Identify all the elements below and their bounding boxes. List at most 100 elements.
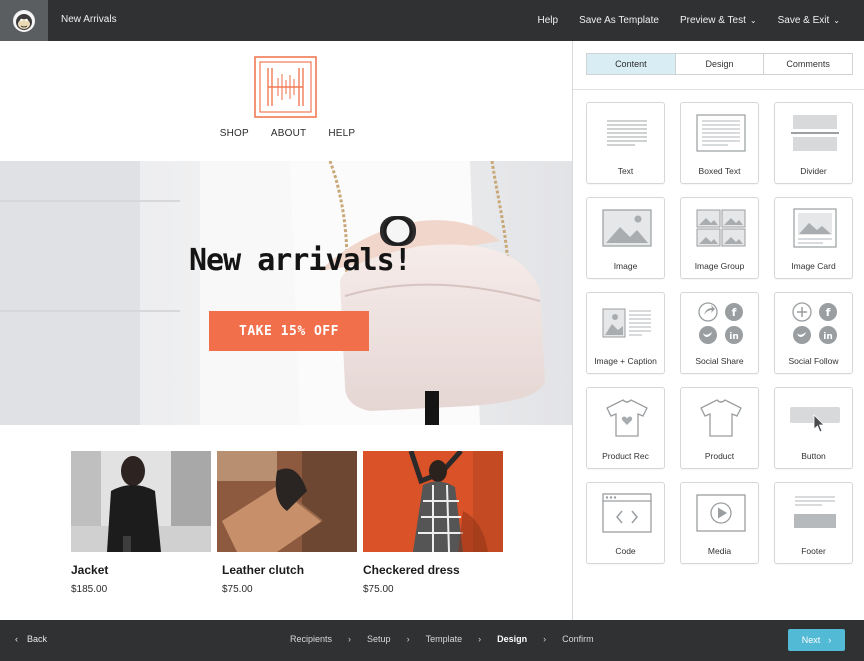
block-social-share[interactable]: f in Social Share [680, 292, 759, 374]
save-as-template-button[interactable]: Save As Template [579, 15, 659, 26]
block-label: Image + Caption [594, 356, 657, 366]
block-label: Media [707, 546, 732, 556]
block-label: Social Follow [788, 356, 839, 366]
product-grid: Jacket $185.00 Leather clutch $75.00 Che… [71, 451, 503, 595]
boxed-text-icon [695, 114, 746, 152]
block-label: Image Group [694, 261, 745, 271]
top-bar: New Arrivals Help Save As Template Previ… [0, 0, 864, 41]
app-logo[interactable] [0, 0, 48, 41]
product-rec-icon [605, 399, 648, 437]
help-link[interactable]: Help [537, 15, 558, 26]
image-group-icon [696, 209, 745, 247]
block-code[interactable]: Code [586, 482, 665, 564]
block-social-follow[interactable]: f in Social Follow [774, 292, 853, 374]
step-recipients[interactable]: Recipients [290, 634, 332, 644]
block-footer[interactable]: Footer [774, 482, 853, 564]
divider-icon [790, 115, 839, 151]
product-name: Jacket [71, 563, 109, 577]
block-product[interactable]: Product [680, 387, 759, 469]
next-button[interactable]: Next › [788, 629, 845, 651]
save-exit-menu[interactable]: Save & Exit ⌄ [778, 15, 840, 26]
social-follow-icon: f in [791, 302, 837, 344]
content-panel: Content Design Comments Text Boxed Text … [572, 41, 864, 620]
chimp-logo-icon [13, 9, 35, 32]
block-label: Divider [800, 166, 827, 176]
product-price: $185.00 [71, 584, 108, 595]
chevron-down-icon: ⌄ [749, 16, 757, 25]
code-icon [601, 493, 652, 533]
block-label: Image [613, 261, 638, 271]
image-caption-icon [602, 308, 651, 338]
block-label: Social Share [695, 356, 744, 366]
tab-comments[interactable]: Comments [764, 54, 853, 74]
content-blocks: Text Boxed Text Divider Image Image Grou… [586, 102, 853, 564]
product-card[interactable]: Leather clutch $75.00 [217, 451, 357, 595]
save-exit-label: Save & Exit [777, 15, 830, 26]
product-icon [699, 399, 742, 437]
workflow-steps: Recipients › Setup › Template › Design ›… [290, 634, 594, 644]
block-label: Image Card [791, 261, 836, 271]
block-label: Boxed Text [698, 166, 741, 176]
block-label: Product Rec [602, 451, 649, 461]
product-card[interactable]: Jacket $185.00 [71, 451, 211, 595]
product-price: $75.00 [363, 584, 394, 595]
product-image-checkered-dress [363, 451, 503, 552]
block-text[interactable]: Text [586, 102, 665, 184]
panel-divider [573, 89, 864, 90]
back-button[interactable]: ‹ Back [15, 634, 47, 644]
chevron-right-icon: › [543, 634, 547, 644]
next-label: Next [801, 635, 821, 645]
product-image-jacket [71, 451, 211, 552]
brand-logo[interactable] [254, 56, 317, 118]
step-confirm[interactable]: Confirm [562, 634, 594, 644]
button-icon [789, 407, 840, 433]
preview-test-menu[interactable]: Preview & Test ⌄ [680, 15, 757, 26]
chevron-right-icon: › [406, 634, 410, 644]
step-design[interactable]: Design [497, 634, 527, 644]
block-image-card[interactable]: Image Card [774, 197, 853, 279]
block-divider[interactable]: Divider [774, 102, 853, 184]
top-nav: Help Save As Template Preview & Test ⌄ S… [537, 0, 864, 41]
chevron-left-icon: ‹ [15, 634, 18, 644]
media-icon [695, 494, 746, 532]
step-setup[interactable]: Setup [367, 634, 391, 644]
chevron-right-icon: › [348, 634, 352, 644]
block-image-group[interactable]: Image Group [680, 197, 759, 279]
help-label: Help [537, 15, 559, 26]
tab-design[interactable]: Design [675, 54, 765, 74]
email-nav-help[interactable]: HELP [328, 128, 355, 139]
step-template[interactable]: Template [426, 634, 463, 644]
email-nav-shop[interactable]: SHOP [220, 128, 249, 139]
hero-headline[interactable]: New arrivals! [189, 243, 412, 278]
block-boxed-text[interactable]: Boxed Text [680, 102, 759, 184]
workflow-footer: ‹ Back Recipients › Setup › Template › D… [0, 620, 864, 661]
product-name: Leather clutch [222, 563, 305, 577]
tab-content[interactable]: Content [587, 54, 676, 74]
svg-text:in: in [823, 332, 833, 342]
product-price: $75.00 [222, 584, 253, 595]
save-as-template-label: Save As Template [579, 15, 659, 26]
product-card[interactable]: Checkered dress $75.00 [363, 451, 503, 595]
block-label: Footer [801, 546, 826, 556]
chevron-right-icon: › [828, 635, 832, 645]
email-canvas[interactable]: SHOP ABOUT HELP New arrivals! TAKE 15% O… [0, 41, 572, 620]
block-media[interactable]: Media [680, 482, 759, 564]
footer-icon [793, 496, 836, 528]
email-nav-about[interactable]: ABOUT [271, 128, 306, 139]
block-label: Button [801, 451, 826, 461]
block-image[interactable]: Image [586, 197, 665, 279]
hero-cta-button[interactable]: TAKE 15% OFF [209, 311, 369, 351]
image-card-icon [792, 208, 837, 248]
block-label: Text [617, 166, 634, 176]
panel-tabs: Content Design Comments [586, 53, 853, 75]
block-label: Product [704, 451, 735, 461]
image-icon [601, 209, 652, 247]
campaign-designer: New Arrivals Help Save As Template Previ… [0, 0, 864, 661]
svg-text:f: f [731, 306, 736, 319]
hero-section[interactable]: New arrivals! TAKE 15% OFF [0, 161, 572, 425]
block-button[interactable]: Button [774, 387, 853, 469]
block-product-rec[interactable]: Product Rec [586, 387, 665, 469]
block-image-caption[interactable]: Image + Caption [586, 292, 665, 374]
hero-image [0, 161, 572, 425]
svg-text:f: f [825, 306, 830, 319]
